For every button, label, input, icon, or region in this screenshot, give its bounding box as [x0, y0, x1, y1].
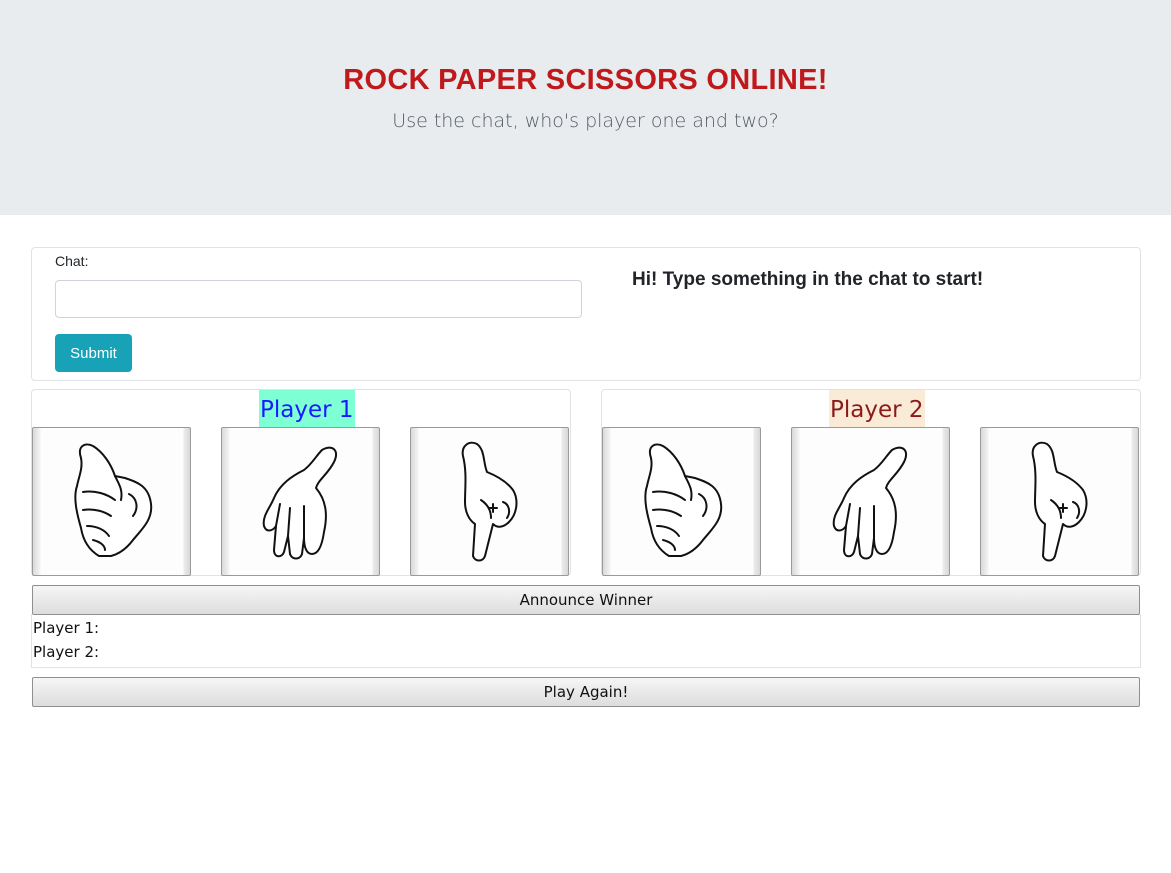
player-2-panel: Player 2: [601, 389, 1141, 576]
player-1-result-label: Player 1:: [33, 619, 100, 637]
rock-hand-icon: [644, 443, 723, 557]
player-2-name: Player 2: [829, 390, 925, 427]
player-2-rock-button[interactable]: [602, 427, 761, 576]
scissors-hand-icon: [1031, 441, 1088, 562]
results-panel: Player 1: Player 2:: [31, 614, 1141, 668]
chat-label: Chat:: [55, 253, 89, 269]
submit-button[interactable]: Submit: [55, 334, 132, 372]
player-1-result: Player 1:: [33, 619, 99, 637]
scissors-hand-icon: [461, 441, 518, 562]
player-2-scissors-button[interactable]: [980, 427, 1139, 576]
player-2-result-label: Player 2:: [33, 643, 100, 661]
page-subtitle: Use the chat, who's player one and two?: [392, 110, 779, 132]
player-1-name: Player 1: [259, 390, 355, 427]
rock-hand-icon: [74, 443, 153, 557]
paper-hand-icon: [832, 446, 908, 560]
hero-banner: ROCK PAPER SCISSORS ONLINE! Use the chat…: [0, 0, 1171, 215]
page-title: ROCK PAPER SCISSORS ONLINE!: [343, 64, 828, 96]
chat-panel: Chat: Submit Hi! Type something in the c…: [31, 247, 1141, 381]
player-2-paper-button[interactable]: [791, 427, 950, 576]
chat-input[interactable]: [55, 280, 582, 318]
play-again-button[interactable]: Play Again!: [32, 677, 1140, 707]
player-1-panel: Player 1: [31, 389, 571, 576]
player-1-paper-button[interactable]: [221, 427, 380, 576]
player-1-rock-button[interactable]: [32, 427, 191, 576]
player-1-scissors-button[interactable]: [410, 427, 569, 576]
announce-winner-button[interactable]: Announce Winner: [32, 585, 1140, 615]
chat-message: Hi! Type something in the chat to start!: [632, 269, 984, 290]
paper-hand-icon: [262, 446, 338, 560]
player-2-result: Player 2:: [33, 643, 99, 661]
